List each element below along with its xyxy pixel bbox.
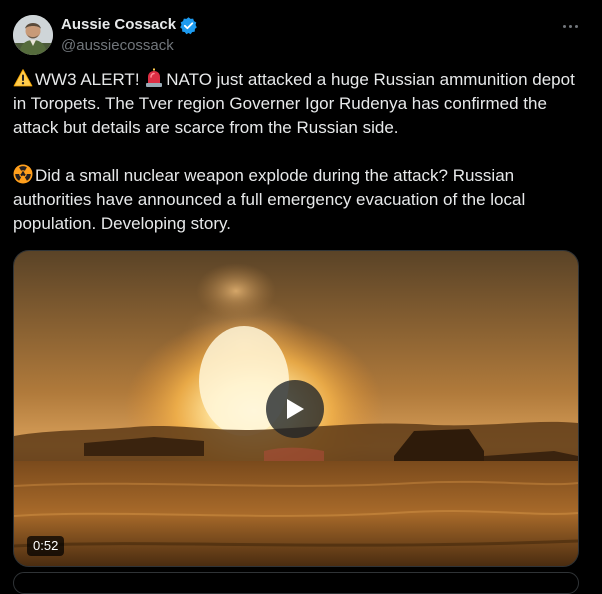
play-icon xyxy=(287,399,304,419)
tweet-text: WW3 ALERT! NATO just attacked a huge Rus… xyxy=(13,68,588,236)
tweet-paragraph-1: WW3 ALERT! NATO just attacked a huge Rus… xyxy=(13,68,588,140)
siren-icon xyxy=(144,68,164,88)
more-options-icon[interactable] xyxy=(556,14,584,38)
video-duration: 0:52 xyxy=(27,536,65,556)
avatar[interactable] xyxy=(13,15,53,55)
verified-badge-icon xyxy=(179,16,198,35)
play-button[interactable] xyxy=(266,380,324,438)
paragraph-2-text-1: Did a small nuclear weapon explode durin… xyxy=(13,166,526,233)
paragraph-1-text-1: WW3 ALERT! xyxy=(35,70,145,89)
more-dot xyxy=(562,24,566,28)
more-dot xyxy=(568,24,572,28)
radioactive-icon xyxy=(13,164,33,184)
display-name[interactable]: Aussie Cossack xyxy=(61,15,176,35)
warning-icon xyxy=(13,68,33,88)
tweet-paragraph-2: Did a small nuclear weapon explode durin… xyxy=(13,164,588,236)
user-avatar-icon xyxy=(13,15,53,55)
more-dot xyxy=(574,24,578,28)
tweet: Aussie Cossack @aussiecossack WW3 ALERT! xyxy=(0,0,602,594)
video-player[interactable]: 0:52 xyxy=(13,250,579,567)
author-handle[interactable]: @aussiecossack xyxy=(61,36,174,56)
next-item-card xyxy=(13,572,579,594)
author-name-row[interactable]: Aussie Cossack xyxy=(61,15,198,35)
